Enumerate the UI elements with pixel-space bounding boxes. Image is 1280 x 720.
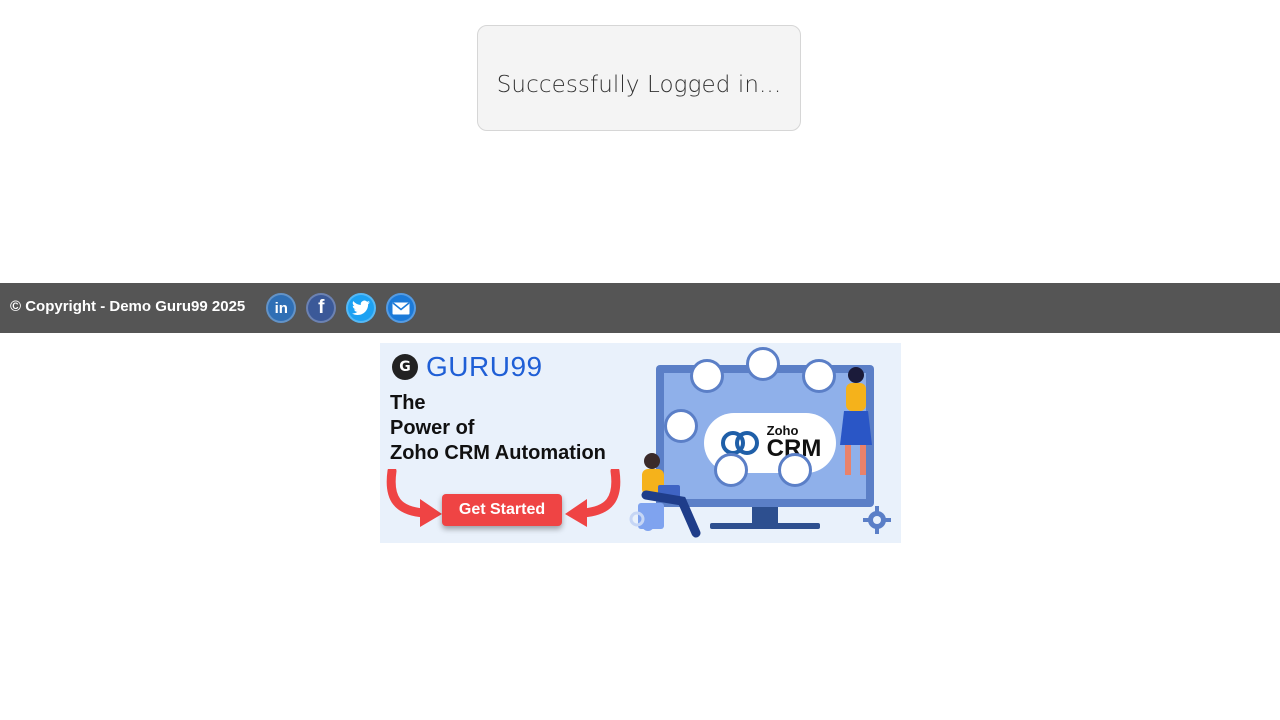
login-status-box: Successfully Logged in... [477,25,801,131]
standing-person-illustration [840,367,872,475]
user-bubble-icon [802,359,836,393]
envelope-icon [392,301,410,314]
copyright-text: © Copyright - Demo Guru99 2025 [10,297,246,315]
social-links: in f [266,293,417,323]
monitor-stand-base [710,523,820,529]
zoho-crm-ad-banner[interactable]: G GURU99 The Power of Zoho CRM Automatio… [380,343,901,543]
headline-line-2: Power of [390,417,475,439]
email-icon[interactable] [386,293,417,323]
printer-bubble-icon [714,453,748,487]
headline-line-3: Zoho CRM Automation [390,442,606,464]
twitter-bird-icon [352,300,371,316]
chat-bubble-icon [690,359,724,393]
gear-icon [863,506,891,534]
right-arrow-icon [565,469,621,527]
headline-line-1: The [390,392,426,414]
guru99-logo-mark-icon: G [392,354,418,380]
megaphone-bubble-icon [664,409,698,443]
guru99-logo: G GURU99 [392,351,543,383]
server-bubble-icon [778,453,812,487]
facebook-glyph: f [318,297,325,318]
small-gear-icon [629,511,654,531]
facebook-icon[interactable]: f [306,293,337,323]
left-arrow-icon [386,469,442,527]
twitter-icon[interactable] [346,293,377,323]
get-started-button[interactable]: Get Started [442,494,562,526]
login-status-message: Successfully Logged in... [496,72,782,98]
linkedin-glyph: in [274,299,288,317]
banner-headline: The Power of Zoho CRM Automation [390,391,606,466]
footer-bar: © Copyright - Demo Guru99 2025 in f [0,283,1280,333]
guru99-logo-text: GURU99 [426,351,543,382]
chart-bubble-icon [746,347,780,381]
linkedin-icon[interactable]: in [266,293,297,323]
